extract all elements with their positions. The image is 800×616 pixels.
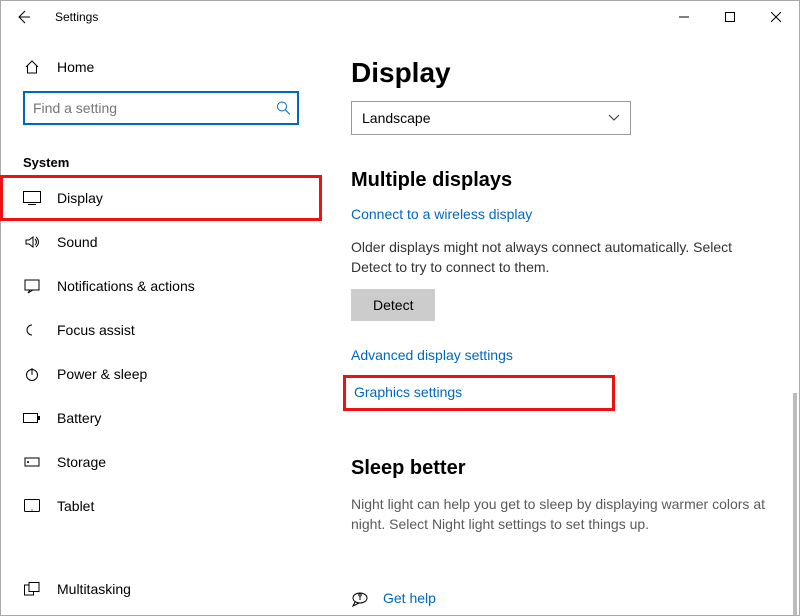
battery-icon [23,412,41,424]
detect-description: Older displays might not always connect … [351,238,771,277]
orientation-dropdown[interactable]: Landscape [351,101,631,135]
sidebar-item-label: Display [57,190,103,206]
close-button[interactable] [753,1,799,33]
sidebar-item-label: Notifications & actions [57,278,195,294]
sidebar-item-label: Power & sleep [57,366,147,382]
focus-assist-icon [23,322,41,338]
minimize-button[interactable] [661,1,707,33]
sidebar-item-label: Tablet [57,498,94,514]
multiple-displays-heading: Multiple displays [351,169,787,192]
sidebar-item-storage[interactable]: Storage [1,440,321,484]
arrow-left-icon [15,9,31,25]
sidebar-item-label: Battery [57,410,101,426]
wireless-display-link[interactable]: Connect to a wireless display [351,206,532,222]
sidebar: Home System Display Sound [1,33,321,615]
power-icon [23,366,41,382]
sidebar-item-multitasking[interactable]: Multitasking [1,567,321,611]
sidebar-item-notifications[interactable]: Notifications & actions [1,264,321,308]
sleep-better-heading: Sleep better [351,457,787,480]
sidebar-item-power-sleep[interactable]: Power & sleep [1,352,321,396]
search-icon [276,101,291,116]
sidebar-item-label: Multitasking [57,581,131,597]
window-title: Settings [55,10,98,24]
advanced-display-link[interactable]: Advanced display settings [351,347,513,363]
help-icon [351,589,369,607]
maximize-icon [725,12,735,22]
sidebar-section-label: System [23,155,321,170]
sound-icon [23,234,41,250]
sidebar-item-label: Sound [57,234,97,250]
sidebar-item-focus-assist[interactable]: Focus assist [1,308,321,352]
scrollbar[interactable] [793,393,797,615]
chevron-down-icon [608,114,620,122]
page-title: Display [351,57,787,89]
settings-window: Settings Home Syste [0,0,800,616]
notifications-icon [23,278,41,294]
graphics-settings-link[interactable]: Graphics settings [354,384,462,400]
maximize-button[interactable] [707,1,753,33]
close-icon [771,12,781,22]
get-help-link[interactable]: Get help [383,590,436,606]
sidebar-item-tablet[interactable]: Tablet [1,484,321,528]
multitasking-icon [23,582,41,596]
tablet-icon [23,499,41,513]
back-button[interactable] [1,1,45,33]
sidebar-item-sound[interactable]: Sound [1,220,321,264]
detect-button[interactable]: Detect [351,289,435,321]
orientation-value: Landscape [362,110,431,126]
sleep-description: Night light can help you get to sleep by… [351,494,771,535]
home-label: Home [57,59,94,75]
sidebar-item-label: Focus assist [57,322,135,338]
storage-icon [23,454,41,470]
sidebar-item-display[interactable]: Display [1,176,321,220]
home-nav[interactable]: Home [1,51,321,85]
minimize-icon [679,12,689,22]
window-body: Home System Display Sound [1,33,799,615]
home-icon [23,59,41,75]
graphics-settings-highlight: Graphics settings [343,375,615,411]
titlebar: Settings [1,1,799,33]
get-help-row[interactable]: Get help [351,589,436,607]
search-input[interactable] [23,91,299,125]
sidebar-item-label: Storage [57,454,106,470]
window-controls [661,1,799,33]
content-area: Display Landscape Multiple displays Conn… [321,33,799,615]
display-icon [23,191,41,205]
sidebar-item-battery[interactable]: Battery [1,396,321,440]
search-container [23,91,299,125]
